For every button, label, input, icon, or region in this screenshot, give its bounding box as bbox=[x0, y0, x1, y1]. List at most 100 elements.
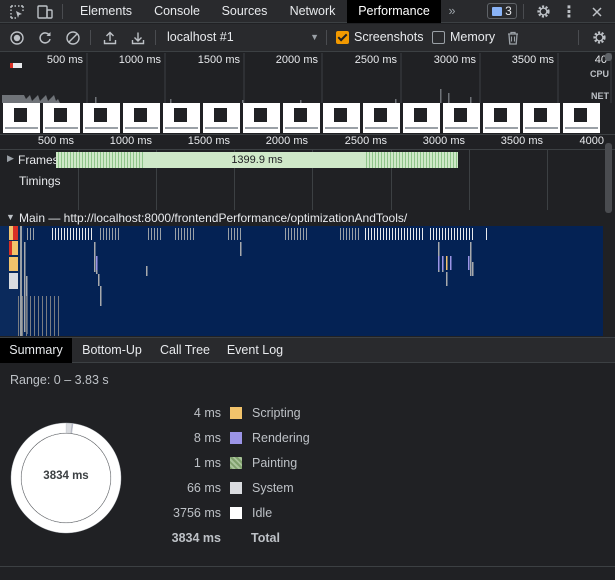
legend-value: 1 ms bbox=[193, 456, 221, 470]
legend-value: 8 ms bbox=[193, 431, 221, 445]
screenshot-thumbnail[interactable] bbox=[3, 103, 40, 133]
screenshot-thumbnail[interactable] bbox=[403, 103, 440, 133]
detail-tick-label: 500 ms bbox=[37, 135, 74, 147]
screenshot-thumbnail[interactable] bbox=[323, 103, 360, 133]
screenshot-thumbnail[interactable] bbox=[203, 103, 240, 133]
overview-tick-label: 2500 ms bbox=[354, 54, 397, 66]
chevron-down-icon: ▼ bbox=[310, 32, 319, 42]
screenshot-thumbnail[interactable] bbox=[363, 103, 400, 133]
status-strip bbox=[0, 566, 615, 580]
legend-value: 66 ms bbox=[186, 481, 221, 495]
trash-icon[interactable] bbox=[502, 24, 524, 51]
frames-label: Frames bbox=[15, 152, 62, 168]
tab-network[interactable]: Network bbox=[278, 0, 347, 23]
legend-total-name: Total bbox=[251, 531, 280, 545]
legend-swatch bbox=[230, 432, 242, 444]
issues-count: 3 bbox=[505, 4, 512, 18]
overview-tick-label: 2000 ms bbox=[275, 54, 318, 66]
screenshot-thumbnail[interactable] bbox=[563, 103, 600, 133]
main-flame-chart[interactable] bbox=[0, 226, 603, 336]
device-toolbar-icon[interactable] bbox=[34, 0, 56, 23]
toolbar-divider bbox=[578, 30, 579, 45]
legend-swatch bbox=[230, 507, 242, 519]
legend-swatch bbox=[230, 457, 242, 469]
record-button[interactable] bbox=[6, 24, 28, 51]
toolbar-divider bbox=[90, 30, 91, 45]
inspect-element-icon[interactable] bbox=[6, 0, 28, 23]
detail-tick-label: 2500 ms bbox=[344, 135, 387, 147]
performance-toolbar: localhost #1 ▼ Screenshots Memory bbox=[0, 24, 615, 52]
overview-tick-label: 500 ms bbox=[46, 54, 83, 66]
tab-console[interactable]: Console bbox=[143, 0, 211, 23]
screenshot-thumbnail[interactable] bbox=[443, 103, 480, 133]
profile-select[interactable]: localhost #1 ▼ bbox=[162, 27, 322, 48]
detail-ruler: 500 ms 1000 ms 1500 ms 2000 ms 2500 ms 3000 m… bbox=[0, 134, 615, 150]
screenshot-thumbnail[interactable] bbox=[43, 103, 80, 133]
detail-tick-label: 3000 ms bbox=[422, 135, 465, 147]
download-profile-icon[interactable] bbox=[127, 24, 149, 51]
screenshot-thumbnail[interactable] bbox=[163, 103, 200, 133]
tab-event-log[interactable]: Event Log bbox=[218, 338, 292, 363]
more-options-icon[interactable]: ⋮ bbox=[558, 0, 580, 23]
main-track-label: Main — http://localhost:8000/frontendPer… bbox=[19, 211, 408, 225]
screenshot-thumbnail[interactable] bbox=[283, 103, 320, 133]
tab-divider bbox=[523, 4, 524, 19]
detail-tick-label: 1500 ms bbox=[187, 135, 230, 147]
legend-value: 3756 ms bbox=[173, 506, 221, 520]
tab-call-tree[interactable]: Call Tree bbox=[152, 338, 218, 363]
detail-tick-label: 1000 ms bbox=[109, 135, 152, 147]
screenshots-label[interactable]: Screenshots bbox=[354, 30, 423, 44]
frames-duration: 1399.9 ms bbox=[231, 154, 283, 166]
collapse-arrow-icon[interactable]: ▼ bbox=[6, 212, 15, 222]
legend-total-value: 3834 ms bbox=[171, 531, 221, 545]
memory-checkbox[interactable] bbox=[432, 31, 445, 44]
memory-label[interactable]: Memory bbox=[450, 30, 495, 44]
screenshots-checkbox[interactable] bbox=[336, 31, 349, 44]
capture-settings-gear-icon[interactable] bbox=[588, 24, 610, 51]
devtools-tab-bar: Elements Console Sources Network Perform… bbox=[0, 0, 615, 23]
close-icon[interactable] bbox=[586, 0, 608, 23]
issues-badge[interactable]: 3 bbox=[487, 3, 517, 19]
legend-name: Scripting bbox=[252, 406, 301, 420]
legend-name: Idle bbox=[252, 506, 273, 520]
details-tab-bar: Summary Bottom-Up Call Tree Event Log bbox=[0, 337, 615, 363]
screenshot-thumbnail[interactable] bbox=[243, 103, 280, 133]
tab-summary[interactable]: Summary bbox=[0, 338, 72, 363]
profile-select-value: localhost #1 bbox=[167, 30, 234, 44]
overview-tick-label: 3000 ms bbox=[433, 54, 476, 66]
overview-tick-label: 1500 ms bbox=[197, 54, 240, 66]
more-tabs-button[interactable]: » bbox=[442, 0, 462, 23]
detail-tick-label: 3500 ms bbox=[500, 135, 543, 147]
legend-swatch bbox=[230, 407, 242, 419]
scrollbar-thumb[interactable] bbox=[605, 143, 612, 213]
issues-icon bbox=[492, 6, 503, 16]
toolbar-divider bbox=[326, 30, 327, 45]
reload-record-icon[interactable] bbox=[34, 24, 56, 51]
donut-total-label: 3834 ms bbox=[43, 470, 89, 482]
tab-elements[interactable]: Elements bbox=[69, 0, 143, 23]
frames-track[interactable]: ▶ Frames 1399.9 ms bbox=[0, 150, 603, 170]
frames-bar[interactable]: 1399.9 ms bbox=[56, 152, 458, 168]
main-track-header[interactable]: ▼ Main — http://localhost:8000/frontendP… bbox=[0, 210, 603, 226]
legend-name: Rendering bbox=[252, 431, 310, 445]
tab-bottom-up[interactable]: Bottom-Up bbox=[72, 338, 152, 363]
settings-gear-icon[interactable] bbox=[532, 0, 554, 23]
detail-tick-label: 2000 ms bbox=[265, 135, 308, 147]
toolbar-divider bbox=[155, 30, 156, 45]
legend-name: Painting bbox=[252, 456, 298, 470]
upload-profile-icon[interactable] bbox=[99, 24, 121, 51]
screenshot-thumbnail[interactable] bbox=[523, 103, 560, 133]
tab-divider bbox=[62, 4, 63, 19]
expand-arrow-icon[interactable]: ▶ bbox=[7, 153, 14, 164]
timings-label[interactable]: Timings bbox=[19, 174, 61, 188]
timeline-overview[interactable]: 500 ms 1000 ms 1500 ms 2000 ms 2500 ms 3000 m… bbox=[0, 53, 615, 133]
legend-name: System bbox=[252, 481, 294, 495]
tab-performance[interactable]: Performance bbox=[347, 0, 441, 23]
screenshot-thumbnail[interactable] bbox=[483, 103, 520, 133]
screenshot-thumbnail[interactable] bbox=[83, 103, 120, 133]
detail-tick-label: 4000 bbox=[579, 135, 604, 147]
track-scrollbar[interactable] bbox=[605, 53, 612, 213]
screenshot-thumbnail[interactable] bbox=[123, 103, 160, 133]
clear-icon[interactable] bbox=[62, 24, 84, 51]
tab-sources[interactable]: Sources bbox=[211, 0, 278, 23]
